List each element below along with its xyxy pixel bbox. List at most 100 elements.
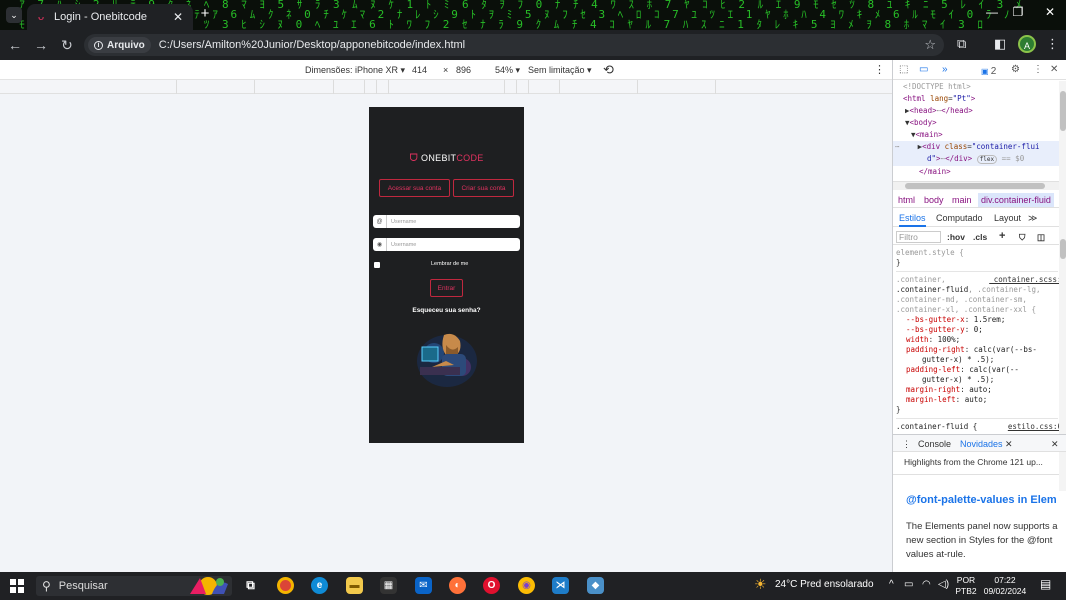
close-tab-icon[interactable]: ✕ [1005, 439, 1013, 449]
whats-new-heading[interactable]: @font-palette-values in Elem [906, 494, 1057, 506]
style-source-link[interactable]: estilo.css:6 [1008, 422, 1062, 432]
hov-toggle[interactable]: :hov [947, 232, 965, 242]
maximize-icon[interactable]: ❐ [1008, 5, 1028, 19]
weather-text[interactable]: 24°C Pred ensolarado [775, 579, 874, 590]
zoom-select[interactable]: 54% ▾ [495, 65, 520, 76]
css-prop[interactable]: margin-left: auto; [896, 395, 1058, 405]
breadcrumb-html[interactable]: html [898, 195, 915, 205]
site-info-chip[interactable]: i Arquivo [88, 37, 151, 53]
close-window-icon[interactable]: ✕ [1040, 5, 1060, 19]
reload-icon[interactable]: ↻ [56, 34, 78, 56]
vscode-icon[interactable]: ⋊ [552, 577, 569, 594]
dom-head[interactable]: ▶<head>⋯</head> [893, 105, 1059, 117]
device-toggle-icon[interactable]: ▭ [919, 64, 928, 75]
file-explorer-icon[interactable]: ▬ [346, 577, 363, 594]
password-field[interactable]: ◉ Username [373, 238, 520, 251]
forgot-password-link[interactable]: Esqueceu sua senha? [369, 307, 524, 314]
flex-badge[interactable]: flex [976, 155, 998, 164]
css-prop[interactable]: margin-right: auto; [896, 385, 1058, 395]
device-dimensions-select[interactable]: Dimensões: iPhone XR ▾ [305, 65, 405, 76]
dom-div-container-fluid-cont[interactable]: d">⋯</div> flex == $0 [893, 153, 1059, 166]
more-tabs-icon[interactable]: ≫ [1028, 213, 1037, 224]
battery-icon[interactable]: ▭ [904, 579, 913, 590]
tab-login-onebitcode[interactable]: ᴗ Login - Onebitcode ✕ [27, 4, 193, 30]
task-view-icon[interactable]: ⧉ [242, 577, 259, 594]
device-height-input[interactable]: 896 [456, 65, 471, 75]
remember-checkbox[interactable] [374, 262, 380, 268]
dom-div-container-fluid[interactable]: ⋯ ▶<div class="container-flui [893, 141, 1059, 153]
extensions-icon[interactable]: ⧉ [957, 36, 966, 52]
breadcrumb-main[interactable]: main [952, 195, 972, 205]
volume-icon[interactable]: ◁) [938, 579, 949, 590]
device-toolbar-menu-icon[interactable]: ⋮ [874, 63, 885, 76]
sidebar-toggle-icon[interactable]: ◫ [1037, 232, 1045, 243]
css-prop[interactable]: padding-right: calc(var(--bs- [896, 345, 1058, 355]
tab-computado[interactable]: Computado [936, 213, 983, 223]
dom-main[interactable]: ▼<main> [893, 129, 1059, 141]
issues-badge[interactable]: ▣ 2 [981, 66, 996, 77]
side-panel-icon[interactable]: ◧ [994, 36, 1006, 52]
app-icon[interactable]: ◆ [587, 577, 604, 594]
element-style-rule[interactable]: element.style { [896, 248, 1058, 258]
username-field[interactable]: @ Username [373, 215, 520, 228]
dom-body[interactable]: ▼<body> [893, 117, 1059, 129]
opera-icon[interactable]: O [483, 577, 500, 594]
dom-horizontal-scrollbar[interactable] [893, 181, 1059, 190]
new-tab-button[interactable]: + [197, 6, 213, 22]
show-hidden-icons-icon[interactable]: ^ [889, 579, 894, 590]
more-panels-icon[interactable]: » [942, 64, 948, 75]
microsoft-store-icon[interactable]: ▦ [380, 577, 397, 594]
input-language-indicator[interactable]: POR PTB2 [955, 575, 977, 597]
inspect-element-icon[interactable]: ⬚ [899, 64, 908, 75]
taskbar-clock[interactable]: 07:22 09/02/2024 [980, 575, 1030, 597]
dom-html[interactable]: <html lang="Pt"> [893, 93, 1059, 105]
back-icon[interactable]: ← [4, 34, 26, 56]
address-bar[interactable]: i Arquivo C:/Users/Amilton%20Junior/Deskt… [84, 34, 944, 56]
css-prop[interactable]: width: 100%; [896, 335, 1058, 345]
dom-main-close[interactable]: </main> [893, 166, 1059, 178]
profile-avatar[interactable]: A [1018, 35, 1036, 53]
devtools-menu-icon[interactable]: ⋮ [1033, 64, 1043, 75]
drawer-menu-icon[interactable]: ⋮ [902, 439, 911, 450]
forward-icon[interactable]: → [30, 34, 52, 56]
throttling-select[interactable]: Sem limitação ▾ [528, 65, 592, 76]
close-tab-icon[interactable]: ✕ [171, 10, 185, 24]
rotate-icon[interactable]: ⟲ [603, 62, 614, 78]
edge-icon[interactable]: e [311, 577, 328, 594]
css-prop[interactable]: --bs-gutter-x: 1.5rem; [896, 315, 1058, 325]
login-tab-button[interactable]: Acessar sua conta [379, 179, 450, 197]
drawer-close-icon[interactable]: ✕ [1051, 439, 1059, 450]
weather-icon[interactable]: ☀ [754, 576, 767, 593]
css-prop[interactable]: --bs-gutter-y: 0; [896, 325, 1058, 335]
signup-tab-button[interactable]: Criar sua conta [453, 179, 514, 197]
tab-novidades[interactable]: Novidades ✕ [960, 439, 1013, 450]
device-width-input[interactable]: 414 [412, 65, 427, 75]
devtools-close-icon[interactable]: ✕ [1050, 64, 1058, 75]
devtools-settings-icon[interactable]: ⚙ [1011, 64, 1020, 75]
css-prop[interactable]: padding-left: calc(var(-- [896, 365, 1058, 375]
windows-start-icon[interactable] [10, 579, 24, 593]
devtools-vertical-scrollbar[interactable] [1059, 81, 1066, 491]
bookmark-star-icon[interactable]: ☆ [924, 37, 936, 53]
browser-menu-icon[interactable]: ⋮ [1046, 36, 1059, 52]
styles-filter-input[interactable]: Filtro [896, 231, 941, 243]
tab-console[interactable]: Console [918, 439, 951, 449]
cls-toggle[interactable]: .cls [973, 232, 987, 242]
tab-search-button[interactable]: ⌄ [6, 7, 22, 23]
tab-layout[interactable]: Layout [994, 213, 1021, 223]
style-source-link[interactable]: _container.scss:4 [989, 275, 1066, 285]
breadcrumb-div-container-fluid[interactable]: div.container-fluid [978, 193, 1054, 207]
notifications-icon[interactable]: ▤ [1040, 577, 1051, 591]
paint-icon[interactable]: ⛉ [1019, 232, 1025, 243]
tab-estilos[interactable]: Estilos [899, 213, 926, 227]
chrome-icon[interactable] [277, 577, 294, 594]
minimize-icon[interactable]: — [982, 5, 1002, 19]
firefox-icon[interactable]: ◐ [449, 577, 466, 594]
chrome-canary-icon[interactable]: ◉ [518, 577, 535, 594]
breadcrumb-body[interactable]: body [924, 195, 944, 205]
submit-button[interactable]: Entrar [430, 279, 463, 297]
dom-doctype[interactable]: <!DOCTYPE html> [893, 81, 1059, 93]
wifi-icon[interactable]: ◠ [922, 579, 931, 590]
mail-icon[interactable]: ✉ [415, 577, 432, 594]
new-rule-icon[interactable]: + [999, 230, 1005, 242]
